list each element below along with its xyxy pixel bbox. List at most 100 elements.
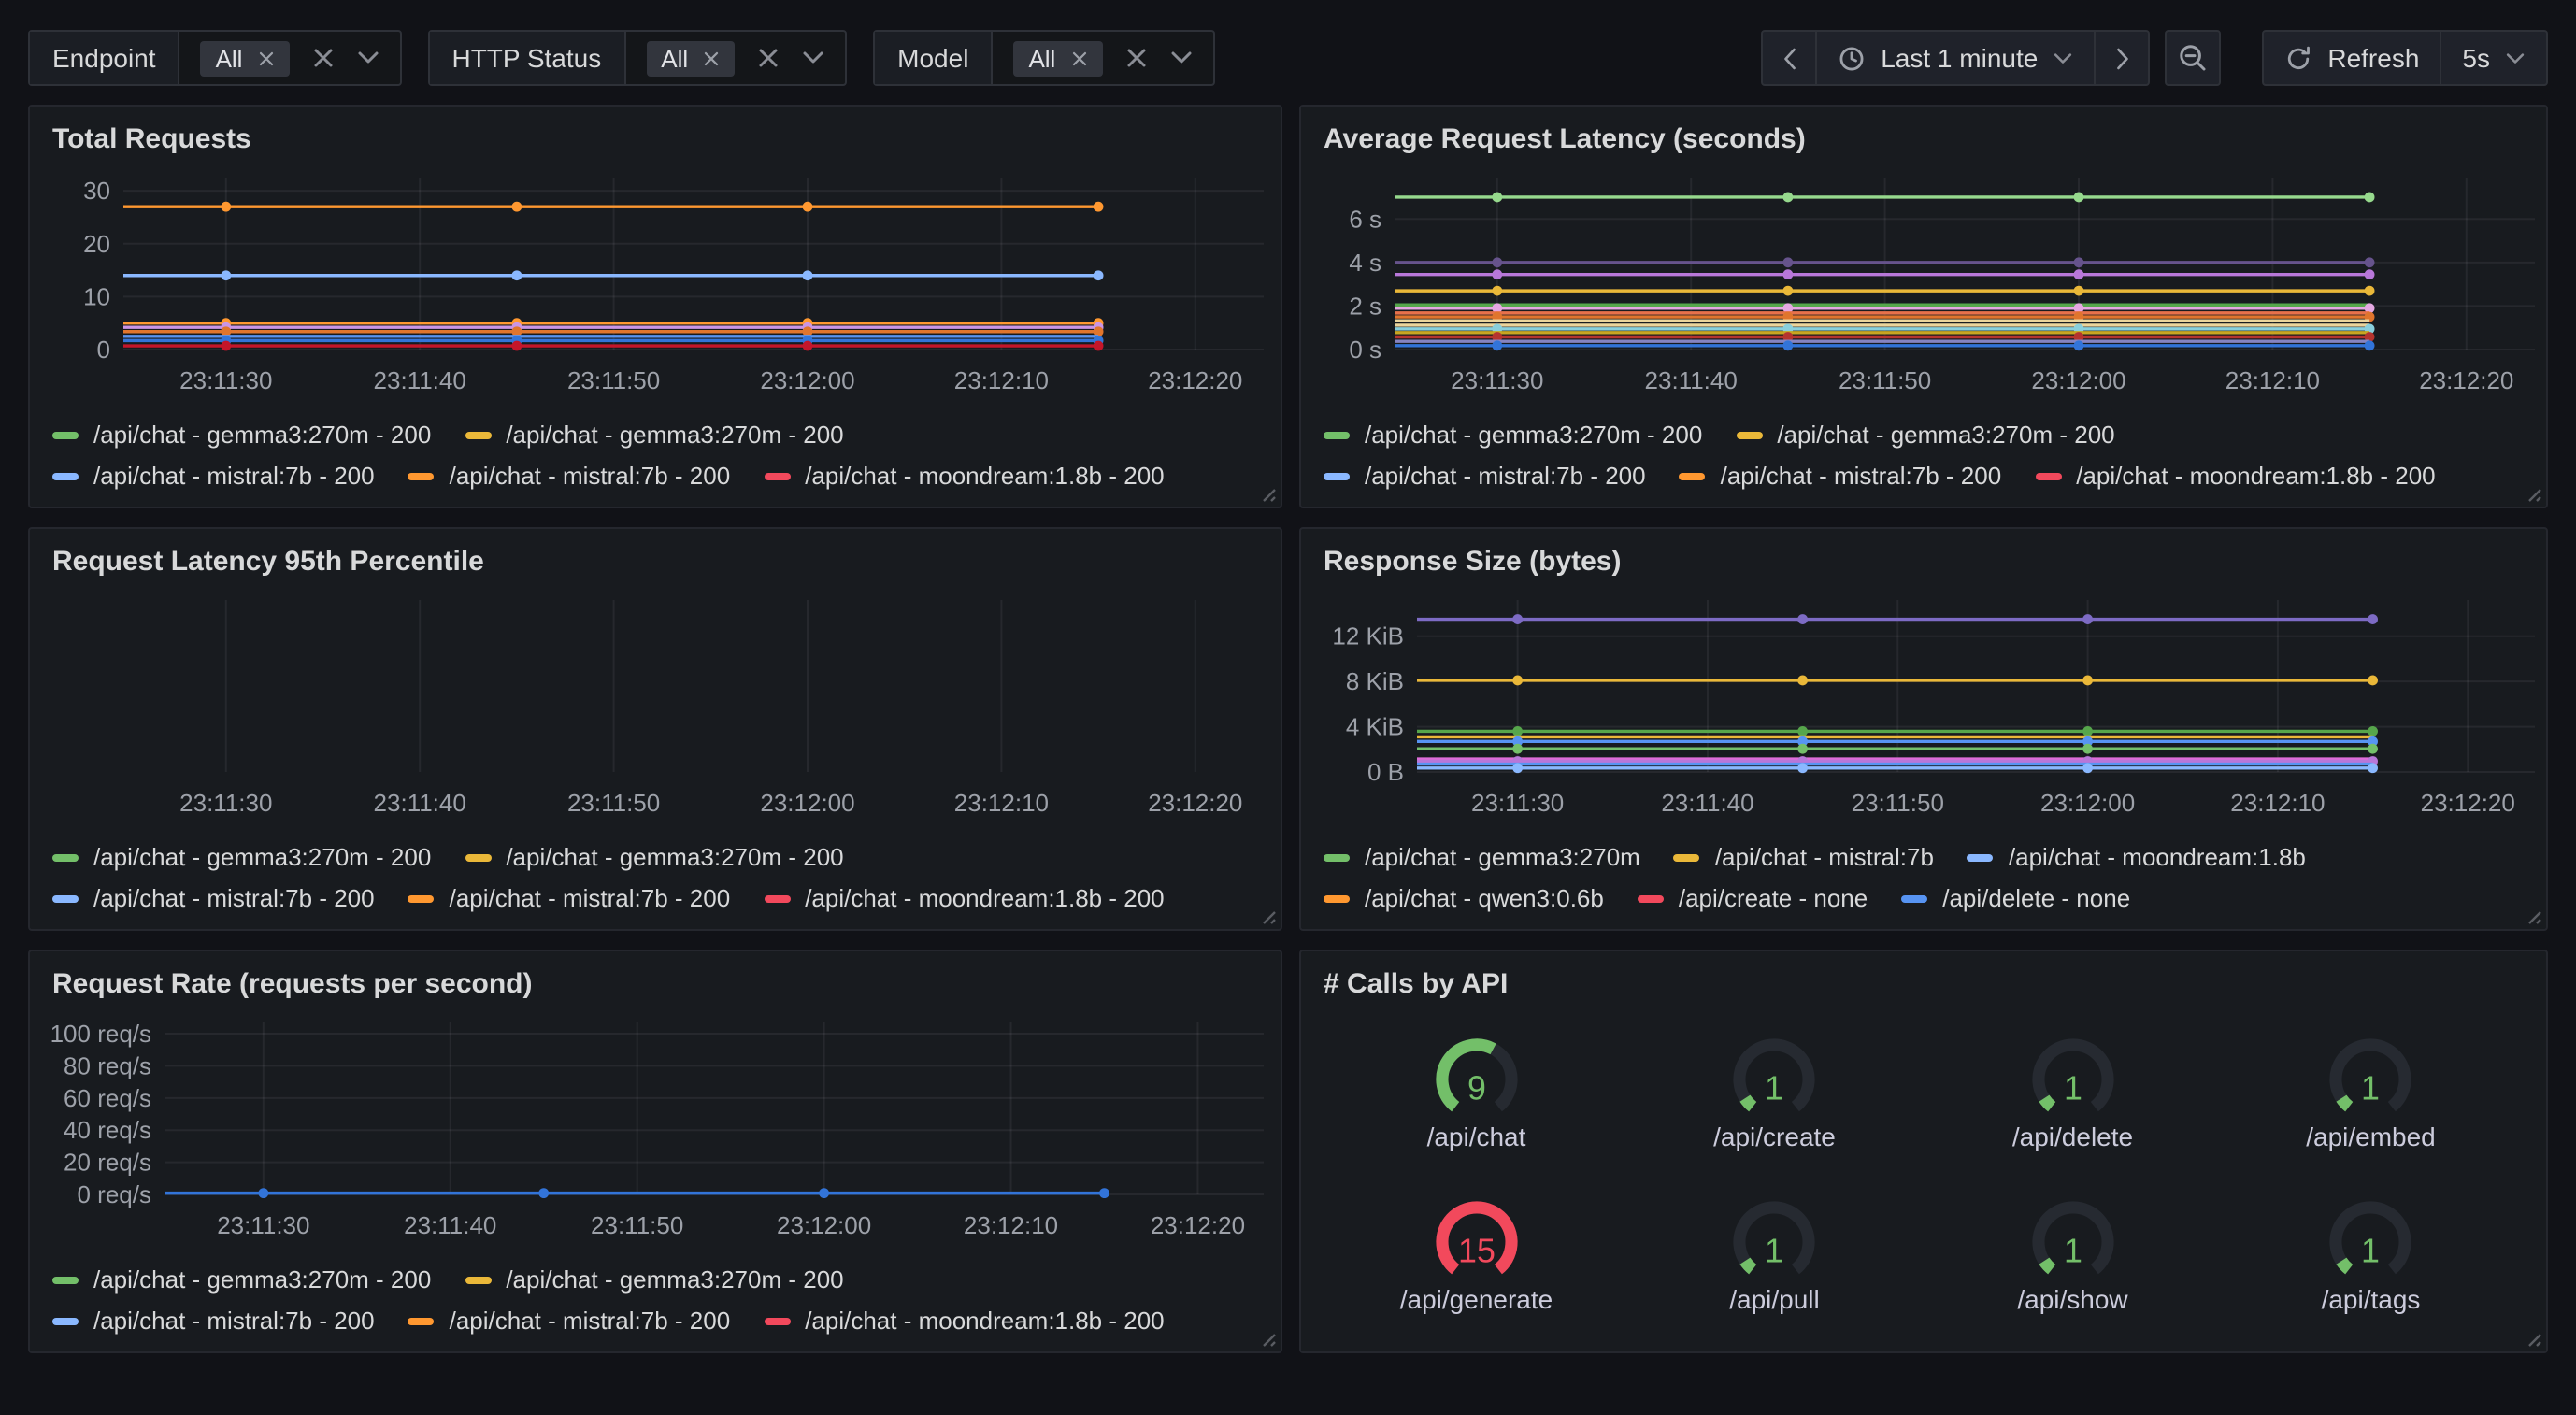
panel-title[interactable]: # Calls by API [1324, 966, 2527, 1004]
clear-selection-icon[interactable] [757, 47, 780, 69]
filter-model-chip[interactable]: All [1013, 40, 1102, 76]
panel-resize-handle[interactable] [2524, 484, 2542, 503]
panel-response-size: Response Size (bytes) 0 B4 KiB8 KiB12 Ki… [1299, 527, 2548, 931]
chip-remove-icon[interactable] [703, 50, 720, 66]
legend-item[interactable]: /api/chat - gemma3:270m - 200 [465, 421, 843, 449]
filter-endpoint-chip[interactable]: All [201, 40, 290, 76]
legend-item[interactable]: /api/chat - mistral:7b - 200 [408, 884, 731, 912]
panel-title[interactable]: Average Request Latency (seconds) [1324, 121, 2527, 159]
legend-item[interactable]: /api/chat - moondream:1.8b - 200 [764, 1307, 1164, 1335]
time-series-plot[interactable]: 0 s2 s4 s6 s23:11:3023:11:4023:11:5023:1… [1320, 163, 2539, 406]
legend-row: /api/chat - gemma3:270m/api/chat - mistr… [1324, 843, 2527, 871]
svg-text:23:11:30: 23:11:30 [1451, 366, 1543, 394]
chip-remove-icon[interactable] [257, 50, 274, 66]
chip-remove-icon[interactable] [1070, 50, 1087, 66]
panel-title[interactable]: Request Latency 95th Percentile [52, 544, 1262, 581]
panel-title[interactable]: Response Size (bytes) [1324, 544, 2527, 581]
chevron-down-icon[interactable] [802, 50, 824, 65]
svg-text:0 B: 0 B [1367, 758, 1404, 786]
legend-item[interactable]: /api/chat - mistral:7b - 200 [408, 1307, 731, 1335]
gauge-label: /api/embed [2306, 1121, 2436, 1151]
legend-item[interactable]: /api/chat - gemma3:270m - 200 [52, 843, 431, 871]
panel-request-rate: Request Rate (requests per second) 0 req… [28, 950, 1282, 1353]
clock-icon [1838, 44, 1866, 72]
filter-endpoint-value[interactable]: All [180, 32, 400, 84]
panel-title[interactable]: Request Rate (requests per second) [52, 966, 1262, 1004]
legend-series-label: /api/chat - mistral:7b - 200 [450, 462, 731, 490]
filter-http-status-value[interactable]: All [625, 32, 845, 84]
legend-item[interactable]: /api/chat - moondream:1.8b [1968, 843, 2306, 871]
legend-item[interactable]: /api/chat - gemma3:270m - 200 [465, 843, 843, 871]
legend-series-marker [1736, 431, 1762, 438]
time-shift-forward-button[interactable] [2094, 30, 2150, 86]
svg-text:23:12:00: 23:12:00 [777, 1211, 871, 1239]
svg-text:23:12:00: 23:12:00 [2031, 366, 2125, 394]
legend-item[interactable]: /api/chat - gemma3:270m - 200 [465, 1265, 843, 1294]
legend-item[interactable]: /api/chat - mistral:7b - 200 [1324, 462, 1646, 490]
legend-item[interactable]: /api/chat - moondream:1.8b - 200 [2035, 462, 2435, 490]
svg-text:60 req/s: 60 req/s [64, 1084, 151, 1112]
time-series-plot[interactable]: 010203023:11:3023:11:4023:11:5023:12:002… [49, 163, 1267, 406]
refresh-interval-label: 5s [2462, 43, 2490, 73]
refresh-interval-button[interactable]: 5s [2440, 30, 2548, 86]
svg-text:0 req/s: 0 req/s [78, 1180, 152, 1208]
panel-resize-handle[interactable] [1258, 1329, 1277, 1348]
legend-item[interactable]: /api/chat - mistral:7b - 200 [52, 884, 375, 912]
time-shift-back-button[interactable] [1761, 30, 1817, 86]
panel-resize-handle[interactable] [1258, 484, 1277, 503]
clear-selection-icon[interactable] [1124, 47, 1147, 69]
svg-text:0 s: 0 s [1349, 336, 1381, 364]
gauge-value: 1 [2362, 1231, 2381, 1268]
refresh-button[interactable]: Refresh [2262, 30, 2441, 86]
legend-series-marker [465, 853, 491, 861]
panel-resize-handle[interactable] [1258, 907, 1277, 925]
chevron-down-icon[interactable] [356, 50, 379, 65]
gauge-api-create: 1/api/create [1625, 1008, 1924, 1170]
legend-series-marker [764, 894, 790, 902]
panel-resize-handle[interactable] [2524, 907, 2542, 925]
legend-item[interactable]: /api/delete - none [1901, 884, 2130, 912]
clear-selection-icon[interactable] [311, 47, 334, 69]
svg-text:23:11:40: 23:11:40 [1645, 366, 1738, 394]
legend-item[interactable]: /api/chat - moondream:1.8b - 200 [764, 884, 1164, 912]
legend-item[interactable]: /api/chat - qwen3:0.6b [1324, 884, 1604, 912]
legend-item[interactable]: /api/chat - gemma3:270m [1324, 843, 1640, 871]
svg-text:8 KiB: 8 KiB [1346, 667, 1404, 695]
time-series-plot[interactable]: 0 req/s20 req/s40 req/s60 req/s80 req/s1… [49, 1008, 1267, 1251]
time-range-label: Last 1 minute [1881, 43, 2038, 73]
svg-text:23:11:50: 23:11:50 [591, 1211, 683, 1239]
time-range-picker-button[interactable]: Last 1 minute [1815, 30, 2096, 86]
svg-text:23:11:40: 23:11:40 [1661, 789, 1753, 817]
filter-http-status-chip[interactable]: All [646, 40, 735, 76]
panel-request-latency-95th-percentile: Request Latency 95th Percentile 23:11:30… [28, 527, 1282, 931]
gauge-label: /api/chat [1427, 1121, 1526, 1151]
legend-series-marker [52, 1317, 79, 1324]
legend-series-marker [52, 1276, 79, 1283]
legend-series-marker [52, 431, 79, 438]
svg-text:0: 0 [97, 336, 110, 364]
legend-item[interactable]: /api/chat - moondream:1.8b - 200 [764, 462, 1164, 490]
gauge-value: 1 [2064, 1068, 2082, 1106]
legend-series-marker [1901, 894, 1927, 902]
legend-item[interactable]: /api/chat - gemma3:270m - 200 [1736, 421, 2114, 449]
panel-calls-by-api: # Calls by API 9/api/chat1/api/create 1/a… [1299, 950, 2548, 1353]
time-series-plot[interactable]: 23:11:3023:11:4023:11:5023:12:0023:12:10… [49, 585, 1267, 828]
legend-item[interactable]: /api/chat - gemma3:270m - 200 [1324, 421, 1702, 449]
legend-item[interactable]: /api/create - none [1638, 884, 1868, 912]
gauge-value: 1 [2362, 1068, 2381, 1106]
legend-item[interactable]: /api/chat - gemma3:270m - 200 [52, 1265, 431, 1294]
chevron-down-icon[interactable] [1169, 50, 1192, 65]
panel-resize-handle[interactable] [2524, 1329, 2542, 1348]
legend-item[interactable]: /api/chat - mistral:7b - 200 [408, 462, 731, 490]
legend-item[interactable]: /api/chat - mistral:7b - 200 [52, 1307, 375, 1335]
legend-item[interactable]: /api/chat - mistral:7b - 200 [1680, 462, 2002, 490]
zoom-out-time-button[interactable] [2165, 30, 2221, 86]
legend-item[interactable]: /api/chat - mistral:7b - 200 [52, 462, 375, 490]
legend-item[interactable]: /api/chat - mistral:7b [1674, 843, 1934, 871]
filter-model-value[interactable]: All [993, 32, 1212, 84]
time-series-plot[interactable]: 0 B4 KiB8 KiB12 KiB23:11:3023:11:4023:11… [1320, 585, 2539, 828]
gauge-label: /api/pull [1729, 1283, 1820, 1313]
panel-title[interactable]: Total Requests [52, 121, 1262, 159]
legend-item[interactable]: /api/chat - gemma3:270m - 200 [52, 421, 431, 449]
gauge-api-chat: 9/api/chat [1327, 1008, 1625, 1170]
